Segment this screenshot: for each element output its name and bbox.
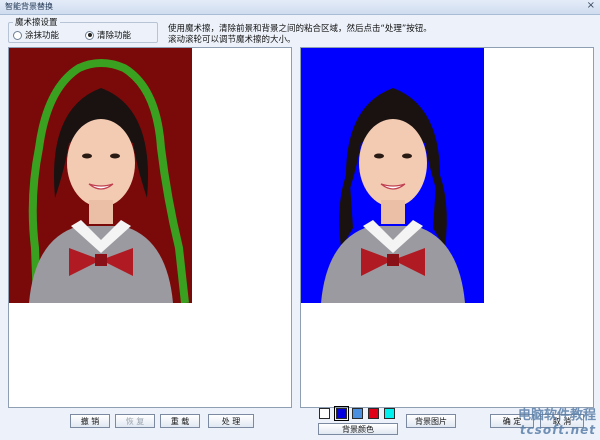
swatch-cyan[interactable]: [384, 408, 395, 419]
smear-mode-radio[interactable]: 涂抹功能: [13, 29, 59, 41]
portrait-preview: [301, 48, 484, 303]
settings-legend: 魔术擦设置: [13, 16, 60, 28]
site-watermark: 电脑软件教程 tcsoft.net: [518, 404, 596, 437]
smear-mode-label: 涂抹功能: [25, 31, 60, 41]
watermark-line-2: tcsoft.net: [519, 423, 596, 437]
window-title: 智能背景替换: [5, 2, 53, 11]
editing-canvas[interactable]: [8, 47, 292, 408]
watermark-line-1: 电脑软件教程: [517, 408, 596, 423]
instruction-line-1: 使用魔术擦，清除前景和背景之间的粘合区域，然后点击“处理”按钮。: [168, 24, 432, 34]
swatch-white[interactable]: [319, 408, 330, 419]
reset-button[interactable]: 重 载: [160, 414, 200, 428]
instructions: 使用魔术擦，清除前景和背景之间的粘合区域，然后点击“处理”按钮。 滚动滚轮可以调…: [168, 24, 432, 46]
redo-button[interactable]: 恢 复: [115, 414, 155, 428]
instruction-line-2: 滚动滚轮可以调节魔术擦的大小。: [168, 35, 296, 45]
magic-eraser-settings: 魔术擦设置 涂抹功能 清除功能: [8, 16, 158, 43]
radio-dot: [13, 30, 22, 40]
erase-mode-radio[interactable]: 清除功能: [85, 29, 131, 41]
erase-mode-label: 清除功能: [97, 31, 132, 41]
process-button[interactable]: 处 理: [208, 414, 254, 428]
portrait-original: [9, 48, 192, 303]
preview-canvas: [300, 47, 594, 408]
swatch-red[interactable]: [368, 408, 379, 419]
radio-dot-selected: [85, 30, 94, 40]
close-button[interactable]: ×: [587, 0, 595, 11]
title-bar: 智能背景替换 ×: [0, 0, 600, 15]
undo-button[interactable]: 撤 销: [70, 414, 110, 428]
swatch-light-blue[interactable]: [352, 408, 363, 419]
swatch-dark-blue[interactable]: [334, 406, 349, 421]
bg-color-button[interactable]: 背景颜色: [318, 423, 398, 435]
bg-image-button[interactable]: 背景图片: [406, 414, 456, 428]
